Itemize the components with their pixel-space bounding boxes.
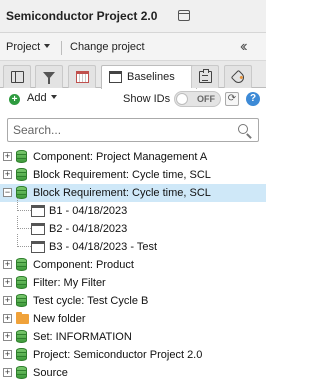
tree-item-label: Filter: My Filter	[33, 277, 106, 289]
panel-tabs: Baselines	[0, 61, 266, 89]
baseline-icon	[31, 223, 45, 235]
expand-icon[interactable]: +	[3, 152, 12, 161]
tree-item[interactable]: + Project: Semiconductor Project 2.0	[0, 346, 266, 364]
expand-icon[interactable]: +	[3, 170, 12, 179]
tree-item[interactable]: + Component: Product	[0, 256, 266, 274]
tree-item-label: Source	[33, 367, 68, 379]
tree-item[interactable]: + New folder	[0, 310, 266, 328]
expand-icon[interactable]: +	[3, 368, 12, 377]
expand-icon[interactable]: +	[3, 314, 12, 323]
tree-item[interactable]: + Source	[0, 364, 266, 382]
tree-item-label: Project: Semiconductor Project 2.0	[33, 349, 203, 361]
tree-item-label: New folder	[33, 313, 86, 325]
caret-down-icon	[50, 95, 57, 99]
add-label: Add	[27, 92, 47, 104]
calendar-icon	[76, 71, 89, 83]
tree-connector	[17, 198, 31, 211]
tree-connector	[17, 234, 31, 247]
menu-bar: Project Change project ‹‹	[0, 33, 266, 61]
tree-item-label: Component: Product	[33, 259, 134, 271]
tree-item[interactable]: + Set: INFORMATION	[0, 328, 266, 346]
filter-icon	[43, 72, 55, 84]
tree-item-selected[interactable]: − Block Requirement: Cycle time, SCL	[0, 184, 266, 202]
baseline-item[interactable]: B2 - 04/18/2023	[0, 216, 266, 238]
search-input[interactable]	[13, 121, 233, 139]
show-ids-label: Show IDs	[123, 93, 171, 105]
tab-reviews[interactable]	[191, 65, 219, 88]
search-box	[7, 118, 259, 142]
folder-icon	[16, 312, 29, 324]
database-icon	[16, 348, 27, 361]
toggle-knob	[176, 93, 188, 105]
expand-icon[interactable]: +	[3, 278, 12, 287]
tag-icon	[230, 69, 247, 86]
database-icon	[16, 150, 27, 163]
tab-tags[interactable]	[224, 65, 252, 88]
toggle-state-label: OFF	[197, 94, 215, 104]
database-icon	[16, 330, 27, 343]
window-title: Semiconductor Project 2.0	[6, 9, 158, 23]
panel-icon	[11, 71, 24, 83]
database-icon	[16, 276, 27, 289]
tab-baselines[interactable]: Baselines	[101, 65, 197, 89]
database-icon	[16, 168, 27, 181]
title-bar: Semiconductor Project 2.0	[0, 0, 266, 33]
baseline-item[interactable]: B1 - 04/18/2023	[0, 198, 266, 220]
database-icon	[16, 294, 27, 307]
baseline-item-label: B3 - 04/18/2023 - Test	[49, 241, 158, 253]
toolbar: + Add Show IDs OFF ⟳ ?	[0, 89, 266, 113]
baseline-icon	[109, 71, 122, 83]
expand-icon[interactable]: +	[3, 296, 12, 305]
expand-icon[interactable]: +	[3, 350, 12, 359]
add-button[interactable]: + Add	[9, 92, 57, 108]
tab-tree-view[interactable]	[3, 65, 31, 88]
baseline-item-label: B2 - 04/18/2023	[49, 223, 128, 235]
collapse-icon[interactable]: −	[3, 188, 12, 197]
search-icon[interactable]	[238, 124, 248, 134]
tree-item[interactable]: + Block Requirement: Cycle time, SCL	[0, 166, 266, 184]
change-project-button[interactable]: Change project	[70, 41, 145, 53]
project-menu-label: Project	[6, 41, 41, 53]
project-menu[interactable]: Project	[6, 41, 51, 53]
database-icon	[16, 258, 27, 271]
tree-item[interactable]: + Test cycle: Test Cycle B	[0, 292, 266, 310]
tree-item-label: Block Requirement: Cycle time, SCL	[33, 169, 211, 181]
clipboard-icon	[199, 69, 212, 83]
panel-icon[interactable]	[178, 10, 190, 21]
tab-calendar[interactable]	[68, 65, 96, 88]
tree-item-label: Test cycle: Test Cycle B	[33, 295, 149, 307]
baseline-icon	[31, 205, 45, 217]
menu-divider	[61, 41, 62, 55]
tree-item-label: Block Requirement: Cycle time, SCL	[33, 187, 211, 199]
help-icon[interactable]: ?	[246, 92, 260, 106]
baseline-item[interactable]: B3 - 04/18/2023 - Test	[0, 234, 266, 256]
tree-item[interactable]: + Component: Project Management A	[0, 148, 266, 166]
tab-filters[interactable]	[35, 65, 63, 88]
caret-down-icon	[44, 44, 51, 48]
tree-connector	[17, 216, 31, 229]
database-icon	[16, 366, 27, 379]
double-chevron-left-icon[interactable]: ‹‹	[240, 38, 247, 56]
plus-icon: +	[9, 94, 20, 105]
tree-item[interactable]: + Filter: My Filter	[0, 274, 266, 292]
expand-icon[interactable]: +	[3, 260, 12, 269]
tree-item-label: Component: Project Management A	[33, 151, 208, 163]
refresh-icon[interactable]: ⟳	[225, 92, 239, 106]
tab-baselines-label: Baselines	[127, 71, 175, 83]
show-ids-toggle[interactable]: OFF	[174, 91, 221, 107]
tree-item-label: Set: INFORMATION	[33, 331, 132, 343]
expand-icon[interactable]: +	[3, 332, 12, 341]
baseline-icon	[31, 241, 45, 253]
baseline-item-label: B1 - 04/18/2023	[49, 205, 128, 217]
